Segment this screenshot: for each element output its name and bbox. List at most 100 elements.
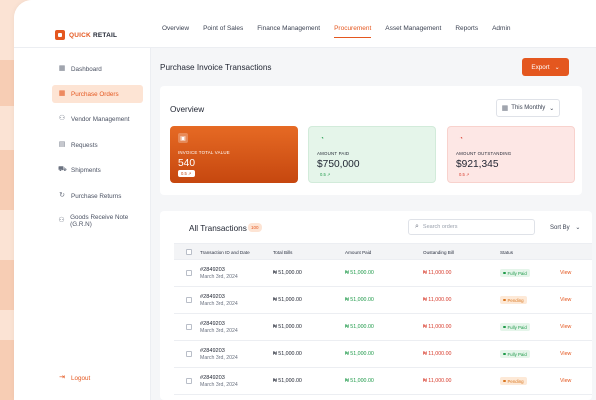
invoice-icon: ▣ (178, 133, 188, 143)
app-window: QUICK RETAIL Overview Point of Sales Fin… (14, 0, 596, 400)
table-row: #2849203 March 3rd, 2024 ₦ 51,000.00 ₦ 5… (174, 368, 592, 395)
sidebar-item-label: Shipments (71, 166, 101, 174)
chevron-down-icon: ⌄ (554, 64, 560, 71)
status-dot (503, 379, 506, 383)
status-badge: Pending (500, 296, 527, 304)
row-checkbox[interactable] (186, 378, 192, 384)
period-label: This Monthly (511, 105, 546, 111)
sidebar-item-label: Goods Receive Note (G.R.N) (70, 214, 129, 228)
amount-paid: ₦ 51,000.00 (345, 297, 374, 303)
status-badge: Fully Paid (500, 323, 530, 331)
sort-by-label: Sort By (550, 225, 570, 231)
card-value: 540 (178, 158, 195, 169)
view-link[interactable]: View (560, 351, 571, 357)
sidebar-item-label: Vendor Management (71, 115, 130, 123)
total-bill: ₦ 51,000.00 (273, 324, 302, 330)
column-header: Status (500, 250, 514, 255)
logout-button[interactable]: ⇥ Logout (52, 369, 143, 387)
select-all-checkbox[interactable] (186, 249, 192, 255)
card-value: $750,000 (317, 159, 360, 170)
amount-outstanding-card[interactable]: ◔ AMOUNT OUTSTANDING $921,345 0.5 ↗ (447, 126, 575, 183)
chevron-down-icon: ⌄ (549, 105, 555, 112)
users-icon: ⚇ (58, 217, 65, 224)
transaction-date: March 3rd, 2024 (200, 274, 238, 280)
row-checkbox[interactable] (186, 270, 192, 276)
logo-text-rest: RETAIL (92, 31, 118, 39)
status-badge: Fully Paid (500, 269, 530, 277)
nav-item-finance-management[interactable]: Finance Management (257, 25, 320, 38)
view-link[interactable]: View (560, 270, 571, 276)
nav-item-point-of-sales[interactable]: Point of Sales (203, 25, 243, 38)
calendar-icon: ▦ (501, 105, 509, 112)
sort-by-dropdown[interactable]: Sort By ⌄ (550, 224, 580, 231)
transaction-id: #2849203 (200, 348, 225, 354)
status-badge: Pending (500, 377, 527, 385)
sidebar-item-requests[interactable]: ▤ Requests (52, 136, 143, 154)
card-label: INVOICE TOTAL VALUE (178, 150, 230, 155)
nav-item-asset-management[interactable]: Asset Management (385, 25, 441, 38)
sidebar-item-dashboard[interactable]: ▦ Dashboard (52, 60, 143, 78)
main-content: Purchase Invoice Transactions Export ⌄ O… (151, 48, 596, 400)
nav-item-overview[interactable]: Overview (162, 25, 189, 38)
transactions-title: All Transactions (189, 224, 247, 233)
outstanding-bill: ₦ 11,000.00 (423, 270, 452, 276)
view-link[interactable]: View (560, 324, 571, 330)
refresh-icon: ↻ (59, 192, 65, 199)
transaction-date: March 3rd, 2024 (200, 301, 238, 307)
sidebar-item-vendor-management[interactable]: ⚇ Vendor Management (52, 110, 143, 128)
table-row: #2849203 March 3rd, 2024 ₦ 51,000.00 ₦ 5… (174, 314, 592, 341)
transaction-id: #2849203 (200, 321, 225, 327)
outstanding-icon: ◔ (459, 136, 463, 142)
transaction-date: March 3rd, 2024 (200, 382, 238, 388)
status-badge: Fully Paid (500, 350, 530, 358)
logo-text: QUICK RETAIL (69, 32, 117, 39)
page-title: Purchase Invoice Transactions (160, 63, 272, 72)
status-label: Fully Paid (507, 270, 527, 276)
sidebar-item-shipments[interactable]: ⛟ Shipments (52, 161, 143, 179)
card-label: AMOUNT OUTSTANDING (456, 151, 512, 156)
status-label: Fully Paid (507, 351, 527, 357)
card-value: $921,345 (456, 159, 499, 170)
main-nav: Overview Point of Sales Finance Manageme… (162, 25, 525, 38)
export-button[interactable]: Export ⌄ (522, 58, 569, 76)
top-navbar: QUICK RETAIL Overview Point of Sales Fin… (14, 0, 596, 48)
export-label: Export (531, 63, 550, 71)
sidebar-item-goods-receive-note[interactable]: ⚇ Goods Receive Note (G.R.N) (52, 212, 143, 230)
total-bill: ₦ 51,000.00 (273, 297, 302, 303)
column-header: Transaction ID and Date (200, 250, 250, 255)
view-link[interactable]: View (560, 378, 571, 384)
nav-item-reports[interactable]: Reports (455, 25, 478, 38)
view-link[interactable]: View (560, 297, 571, 303)
amount-paid: ₦ 51,000.00 (345, 270, 374, 276)
sidebar-item-purchase-returns[interactable]: ↻ Purchase Returns (52, 187, 143, 205)
table-header: Transaction ID and Date Total Bills Amou… (174, 243, 592, 260)
transaction-id: #2849203 (200, 294, 225, 300)
status-dot (503, 352, 506, 356)
amount-paid: ₦ 51,000.00 (345, 351, 374, 357)
card-badge: 0.5 ↗ (178, 170, 195, 177)
logo-text-accent: QUICK (69, 31, 91, 39)
card-badge: 0.5 ↗ (459, 172, 470, 177)
logo[interactable]: QUICK RETAIL (55, 30, 117, 40)
grid-icon: ▦ (58, 90, 66, 97)
sidebar-item-purchase-orders[interactable]: ▦ Purchase Orders (52, 85, 143, 103)
transaction-id: #2849203 (200, 375, 225, 381)
nav-item-admin[interactable]: Admin (492, 25, 510, 38)
transaction-date: March 3rd, 2024 (200, 328, 238, 334)
amount-paid: ₦ 51,000.00 (345, 324, 374, 330)
invoice-total-card[interactable]: ▣ INVOICE TOTAL VALUE 540 0.5 ↗ (170, 126, 298, 183)
row-checkbox[interactable] (186, 351, 192, 357)
status-dot (503, 325, 506, 329)
document-icon: ▤ (58, 141, 66, 148)
nav-item-procurement[interactable]: Procurement (334, 25, 372, 38)
status-label: Pending (507, 378, 524, 384)
transaction-id: #2849203 (200, 267, 225, 273)
search-icon: ⌕ (415, 223, 419, 230)
row-checkbox[interactable] (186, 297, 192, 303)
search-input[interactable]: ⌕ Search orders (408, 219, 535, 235)
row-checkbox[interactable] (186, 324, 192, 330)
amount-paid-card[interactable]: ◔ AMOUNT PAID $750,000 0.5 ↗ (308, 126, 436, 183)
period-dropdown[interactable]: ▦ This Monthly ⌄ (496, 99, 560, 117)
sidebar-item-label: Purchase Orders (71, 90, 119, 98)
column-header: Oustanding Bill (423, 250, 454, 255)
